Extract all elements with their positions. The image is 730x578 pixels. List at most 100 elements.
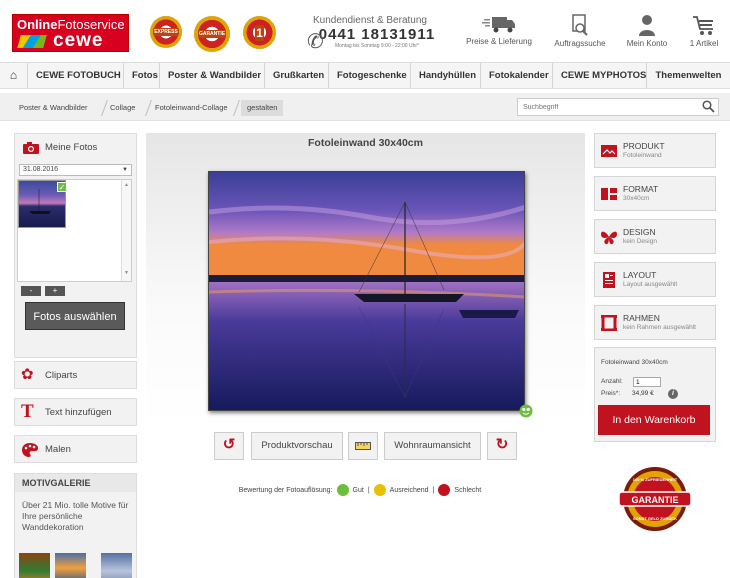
hotline: ✆ Kundendienst & Beratung 0441 18131911 … bbox=[300, 15, 440, 53]
breadcrumb-current: gestalten bbox=[241, 100, 284, 116]
search-icon[interactable] bbox=[702, 100, 715, 113]
rotate-right-icon: ↻ bbox=[495, 436, 509, 453]
room-view-button[interactable]: Wohnraumansicht bbox=[384, 432, 481, 460]
option-frame[interactable]: RAHMEN kein Rahmen ausgewählt bbox=[594, 305, 716, 340]
dropdown-arrow-icon: ▼ bbox=[122, 167, 128, 173]
zoom-in-button[interactable]: + bbox=[45, 286, 65, 296]
smiley-bad-icon bbox=[438, 484, 451, 496]
ruler-icon bbox=[355, 442, 371, 450]
add-text-label: Text hinzufügen bbox=[45, 407, 112, 418]
cliparts-label: Cliparts bbox=[45, 370, 78, 381]
quantity-label: Anzahl: bbox=[601, 378, 623, 385]
photo-list: ✓ ▲ ▼ bbox=[17, 179, 132, 282]
checkmark-icon: ✓ bbox=[57, 182, 67, 192]
document-search-icon bbox=[572, 14, 588, 36]
nav-item-themenwelten[interactable]: Themenwelten bbox=[647, 63, 730, 88]
nav-item-fotobuch[interactable]: CEWE FOTOBUCH bbox=[28, 63, 124, 88]
order-search-link[interactable]: Auftragssuche bbox=[551, 14, 609, 48]
express-seal-icon: EXPRESS bbox=[150, 16, 182, 48]
info-icon[interactable]: i bbox=[668, 389, 678, 399]
gallery-image[interactable] bbox=[19, 553, 50, 578]
option-design[interactable]: DESIGN kein Design bbox=[594, 219, 716, 254]
rating-good: Gut bbox=[352, 486, 364, 494]
order-box: Fotoleinwand 30x40cm Anzahl: Preis*: 34,… bbox=[594, 347, 716, 442]
motive-gallery[interactable]: MOTIVGALERIE Über 21 Mio. tolle Motive f… bbox=[14, 473, 137, 578]
truck-icon bbox=[482, 17, 515, 33]
home-icon[interactable]: ⌂ bbox=[0, 63, 28, 88]
shopping-cart-icon bbox=[693, 16, 713, 35]
resolution-rating: Bewertung der Fotoauflösung: Gut | Ausre… bbox=[150, 484, 570, 496]
gallery-image[interactable] bbox=[55, 553, 86, 578]
my-photos-title: Meine Fotos bbox=[45, 142, 98, 153]
photo-thumbnail[interactable]: ✓ bbox=[18, 180, 67, 228]
butterfly-icon bbox=[601, 231, 617, 245]
palette-icon bbox=[22, 443, 38, 457]
option-product[interactable]: PRODUKT Fotoleinwand bbox=[594, 133, 716, 168]
hotline-hours: Montag bis Sonntag 9:00 - 22:00 Uhr* bbox=[335, 43, 419, 49]
select-photos-button[interactable]: Fotos auswählen bbox=[25, 302, 125, 330]
search-input[interactable] bbox=[517, 98, 719, 116]
option-format[interactable]: FORMAT 30x40cm bbox=[594, 176, 716, 211]
price-label: Preis*: bbox=[601, 390, 621, 397]
nav-item-fotogeschenke[interactable]: Fotogeschenke bbox=[329, 63, 411, 88]
rotate-left-button[interactable]: ↺ bbox=[214, 432, 244, 460]
cewe-logo[interactable]: OnlineFotoservice cewe bbox=[12, 14, 129, 52]
prices-delivery-link[interactable]: Preise & Lieferung bbox=[463, 14, 535, 46]
gallery-image[interactable] bbox=[101, 553, 132, 578]
phone-icon: ✆ bbox=[307, 31, 324, 53]
photo-list-scrollbar[interactable]: ▲ ▼ bbox=[121, 180, 131, 281]
zoom-out-button[interactable]: - bbox=[21, 286, 41, 296]
camera-icon bbox=[23, 142, 39, 154]
hotline-number[interactable]: 0441 18131911 bbox=[314, 26, 440, 43]
my-account-link[interactable]: Mein Konto bbox=[622, 14, 672, 48]
nav-item-handyhuellen[interactable]: Handyhüllen bbox=[411, 63, 481, 88]
date-select[interactable]: 31.08.2016 ▼ bbox=[19, 164, 132, 176]
rotate-left-icon: ↺ bbox=[222, 436, 236, 453]
svg-text:SONST GELD ZURÜCK: SONST GELD ZURÜCK bbox=[633, 516, 677, 521]
canvas-preview[interactable] bbox=[208, 171, 525, 411]
text-t-icon: T bbox=[21, 401, 34, 422]
rating-label: Bewertung der Fotoauflösung: bbox=[238, 486, 333, 494]
flower-icon: ✿ bbox=[21, 366, 34, 383]
number-one-seal-icon: 1 bbox=[243, 16, 276, 49]
cart-link[interactable]: 1 Artikel bbox=[684, 14, 724, 48]
price-value: 34,99 € bbox=[632, 390, 654, 397]
hotline-label: Kundendienst & Beratung bbox=[313, 15, 427, 26]
paint-tool[interactable]: Malen bbox=[14, 435, 137, 463]
svg-text:GARANTIE: GARANTIE bbox=[632, 495, 679, 505]
rotate-right-button[interactable]: ↻ bbox=[487, 432, 517, 460]
user-icon bbox=[639, 15, 655, 36]
breadcrumb-item[interactable]: Fotoleinwand-Collage bbox=[155, 100, 228, 116]
cewe-mark-icon bbox=[17, 34, 47, 48]
nav-item-myphotos[interactable]: CEWE MYPHOTOS bbox=[553, 63, 647, 88]
add-text-tool[interactable]: T Text hinzufügen bbox=[14, 398, 137, 426]
image-icon bbox=[601, 145, 617, 157]
nav-item-fotos[interactable]: Fotos bbox=[124, 63, 160, 88]
motive-gallery-title: MOTIVGALERIE bbox=[15, 474, 136, 492]
paint-label: Malen bbox=[45, 444, 71, 455]
photo-image bbox=[209, 172, 524, 410]
product-preview-button[interactable]: Produktvorschau bbox=[251, 432, 343, 460]
ruler-button[interactable] bbox=[348, 432, 378, 460]
resolution-good-icon bbox=[519, 404, 533, 418]
breadcrumb-item[interactable]: Poster & Wandbilder bbox=[19, 100, 88, 116]
frame-icon bbox=[601, 315, 617, 331]
smiley-sufficient-icon bbox=[373, 484, 386, 496]
smiley-good-icon bbox=[336, 484, 349, 496]
nav-item-grusskarten[interactable]: Grußkarten bbox=[265, 63, 329, 88]
nav-item-poster[interactable]: Poster & Wandbilder bbox=[160, 63, 265, 88]
logo-cewe: cewe bbox=[53, 30, 104, 51]
order-product: Fotoleinwand 30x40cm bbox=[601, 359, 668, 366]
product-title: Fotoleinwand 30x40cm bbox=[308, 137, 423, 149]
nav-item-fotokalender[interactable]: Fotokalender bbox=[481, 63, 553, 88]
my-photos-panel: Meine Fotos 31.08.2016 ▼ ✓ ▲ ▼ - + Fotos a… bbox=[14, 133, 137, 358]
garantie-seal-icon: GARANTIE bbox=[194, 16, 230, 52]
format-icon bbox=[601, 188, 617, 200]
quantity-input[interactable] bbox=[633, 377, 661, 387]
breadcrumb-item[interactable]: Collage bbox=[110, 100, 135, 116]
option-layout[interactable]: LAYOUT Layout ausgewählt bbox=[594, 262, 716, 297]
rating-bad: Schlecht bbox=[454, 486, 482, 494]
add-to-cart-button[interactable]: In den Warenkorb bbox=[598, 405, 710, 435]
svg-text:100 % ZUFRIEDENHEIT: 100 % ZUFRIEDENHEIT bbox=[633, 477, 678, 482]
cliparts-tool[interactable]: ✿ Cliparts bbox=[14, 361, 137, 389]
